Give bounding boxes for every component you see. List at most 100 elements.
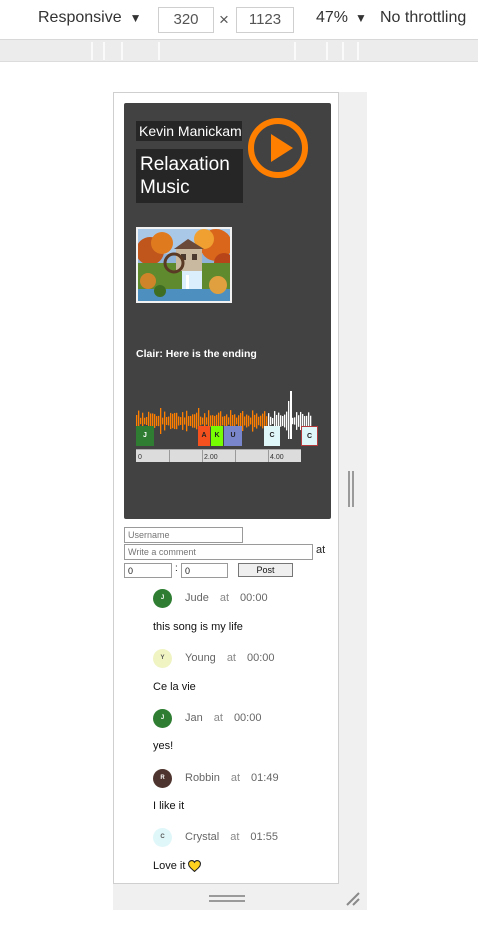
resize-handle-right[interactable] [348,471,354,507]
comment-caption: Clair: Here is the ending [136,348,257,360]
comment-author[interactable]: Robbin [185,772,220,784]
minutes-input[interactable] [124,563,172,578]
waveform-bar [236,417,238,425]
resize-handle-bottom[interactable] [209,895,245,903]
comment-timestamp[interactable]: 00:00 [247,652,275,664]
timeline[interactable]: 0 2.00 4.00 [136,449,301,462]
throttling-select[interactable]: No throttling [380,9,466,27]
viewport-height-input[interactable]: 1123 [236,7,294,33]
artist-name: Kevin Manickam [136,121,242,141]
waveform-bar [292,417,294,425]
waveform-bar [306,415,308,427]
avatar[interactable]: C [153,827,172,847]
zoom-label: 47% [316,9,349,26]
device-select[interactable]: Responsive ▼ [38,9,142,27]
waveform-bar [260,415,262,427]
time-colon: : [175,563,178,574]
username-input[interactable] [124,527,243,543]
comment-marker[interactable]: C [301,426,318,446]
zoom-select[interactable]: 47% ▼ [316,9,367,27]
waveform-bar [156,416,158,426]
media-query-ruler[interactable] [0,40,478,62]
album-artwork [136,227,232,303]
waveform-bar [166,417,168,425]
yellow-heart-icon [188,860,202,872]
waveform-bar [176,412,178,430]
waveform-bar [222,416,224,426]
comment-at-label: at [230,772,241,784]
comment-marker[interactable]: J [136,426,154,446]
viewport-width-input[interactable]: 320 [158,7,214,33]
caret-down-icon: ▼ [355,11,367,25]
comment-timestamp[interactable]: 00:00 [240,592,268,604]
comment-marker[interactable]: C [264,426,280,446]
avatar[interactable]: J [153,708,172,728]
comment-header: J Jude at 00:00 [153,588,268,608]
waveform-bar [252,410,254,432]
waveform-bar [250,417,252,425]
emulated-page: Kevin Manickam Relaxation Music Clair: H… [113,92,339,884]
waveform-bar [270,416,272,426]
comment-header: Y Young at 00:00 [153,648,275,668]
waveform-bar [154,414,156,428]
comment-marker[interactable]: U [224,426,242,446]
waveform-bar [214,415,216,427]
comment-at-label: at [230,831,240,843]
avatar[interactable]: Y [153,648,172,668]
waveform-bar [188,416,190,426]
waveform-bar [160,408,162,434]
avatar[interactable]: J [153,588,172,608]
waveform-bar [202,417,204,425]
play-button[interactable] [248,118,308,178]
comment-author[interactable]: Jude [185,592,209,604]
avatar[interactable]: R [153,768,172,788]
caret-down-icon: ▼ [129,11,142,25]
waveform-bar [180,417,182,425]
comment-body: Ce la vie [153,681,196,693]
comment-marker[interactable]: A [198,426,210,446]
comment-timestamp[interactable]: 01:55 [250,831,278,843]
watermill-painting-image [138,229,230,301]
comment-body: Love it [153,860,202,872]
comment-at-label: at [219,592,230,604]
waveform-bar [310,415,312,427]
waveform-bar [296,412,298,430]
seconds-input[interactable] [181,563,228,578]
waveform-bar [304,416,306,426]
comment-marker[interactable]: K [211,426,223,446]
waveform-bar [164,411,166,431]
waveform-bar [248,415,250,427]
comment-author[interactable]: Jan [185,712,203,724]
at-label: at [316,544,326,556]
waveform-bar [266,416,268,426]
waveform-bar [210,415,212,427]
comment-input[interactable] [124,544,313,560]
timeline-label: 2.00 [204,454,218,461]
waveform-bar [246,414,248,428]
comment-timestamp[interactable]: 00:00 [234,712,262,724]
comment-body: yes! [153,740,173,752]
comment-timestamp[interactable]: 01:49 [251,772,279,784]
waveform-bar [256,413,258,429]
comment-author[interactable]: Young [185,652,216,664]
waveform-bar [254,414,256,428]
waveform-bar [162,417,164,425]
comment-text: this song is my life [153,621,243,633]
waveform-bar [244,416,246,426]
waveform-bar [206,417,208,425]
waveform-bar [224,416,226,426]
waveform-bar [182,412,184,430]
waveform-bar [258,416,260,426]
comment-author[interactable]: Crystal [185,831,219,843]
track-title: Relaxation Music [136,149,243,203]
post-button[interactable]: Post [238,563,293,577]
waveform-bar [190,415,192,427]
waveform-bar [144,417,146,425]
comment-header: R Robbin at 01:49 [153,768,279,788]
resize-handle-corner[interactable] [344,890,360,906]
playhead[interactable] [290,391,292,439]
comment-at-label: at [213,712,223,724]
device-label: Responsive [38,9,122,26]
waveform-bar [286,411,288,431]
waveform-bar [282,415,284,427]
